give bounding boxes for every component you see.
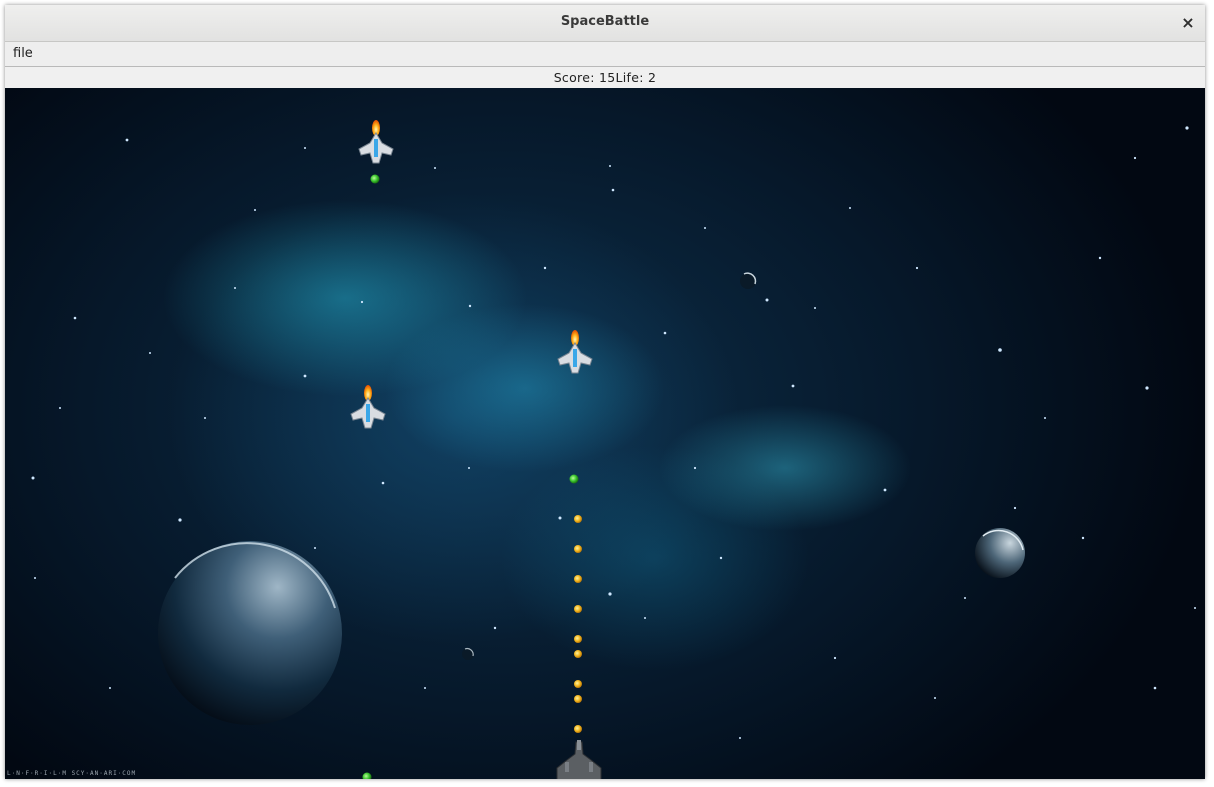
score-status-bar: Score: 15Life: 2 bbox=[5, 67, 1205, 88]
player-bullet bbox=[574, 545, 582, 553]
enemy-bullet bbox=[370, 174, 380, 184]
game-scene bbox=[31, 120, 1196, 779]
menu-file[interactable]: file bbox=[13, 46, 33, 61]
close-icon[interactable]: × bbox=[1177, 12, 1199, 34]
background-credit: L·N·F·R·I·L·M SCY·AN·ARI·COM bbox=[7, 770, 137, 777]
player-bullet bbox=[574, 515, 582, 523]
game-window: SpaceBattle × file Score: 15Life: 2 L·N·… bbox=[5, 5, 1205, 779]
moon bbox=[462, 648, 474, 660]
enemy-bullet bbox=[569, 474, 579, 484]
player-bullet bbox=[574, 605, 582, 613]
enemy-ship bbox=[557, 330, 593, 374]
score-label: Score: bbox=[553, 70, 595, 85]
title-bar: SpaceBattle × bbox=[5, 5, 1205, 42]
player-bullet bbox=[574, 695, 582, 703]
player-bullet bbox=[574, 680, 582, 688]
player-bullet bbox=[574, 635, 582, 643]
player-bullet bbox=[574, 725, 582, 733]
player-ship bbox=[556, 740, 602, 779]
player-bullet bbox=[574, 650, 582, 658]
window-title: SpaceBattle bbox=[560, 14, 650, 29]
menu-bar: file bbox=[5, 42, 1205, 67]
small-planet bbox=[975, 528, 1025, 578]
life-label: Life: bbox=[615, 70, 644, 85]
moon bbox=[740, 272, 757, 289]
enemy-bullet bbox=[362, 772, 372, 779]
enemy-ship bbox=[358, 120, 394, 164]
player-bullets bbox=[574, 515, 582, 733]
enemy-ship bbox=[350, 385, 386, 429]
game-canvas[interactable]: L·N·F·R·I·L·M SCY·AN·ARI·COM bbox=[5, 88, 1205, 779]
large-planet bbox=[158, 541, 342, 725]
life-value: 2 bbox=[648, 70, 657, 85]
player-bullet bbox=[574, 575, 582, 583]
score-value: 15 bbox=[599, 70, 616, 85]
